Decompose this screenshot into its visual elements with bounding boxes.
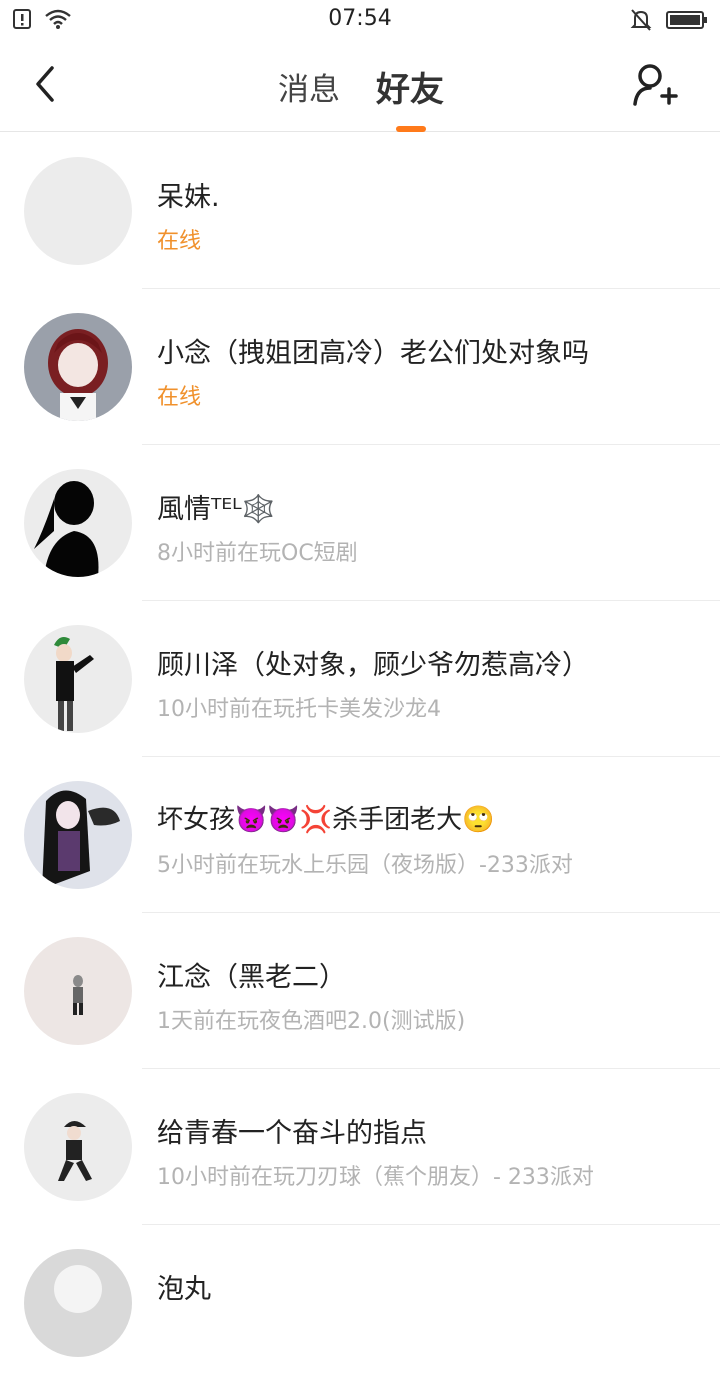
battery-icon [666, 10, 708, 34]
friend-item[interactable]: 呆妹. 在线 [0, 133, 720, 289]
mute-bell-icon [630, 8, 652, 36]
nav-bar: 消息 好友 [0, 40, 720, 132]
friend-item[interactable]: 風情ᵀᴱᴸ🕸️ 8小时前在玩OC短剧 [0, 445, 720, 601]
friend-status: 在线 [157, 385, 202, 410]
avatar[interactable] [24, 625, 132, 733]
avatar[interactable] [24, 781, 132, 889]
friend-list: 呆妹. 在线 小念（拽姐团高冷）老公们处对象吗 在线 風情ᵀᴱᴸ🕸️ 8小时前在… [0, 133, 720, 1381]
friend-status: 10小时前在玩刀刃球（蕉个朋友）- 233派对 [157, 1165, 594, 1190]
add-user-icon [633, 64, 678, 106]
friend-status: 在线 [157, 229, 202, 254]
avatar[interactable] [24, 157, 132, 265]
add-friend-button[interactable] [632, 60, 680, 110]
status-bar: 07:54 [0, 0, 720, 40]
friend-name: 坏女孩👿👿💢杀手团老大🙄 [157, 805, 495, 835]
avatar[interactable] [24, 469, 132, 577]
friend-item[interactable]: 顾川泽（处对象，顾少爷勿惹高冷） 10小时前在玩托卡美发沙龙4 [0, 601, 720, 757]
friend-name: 江念（黑老二） [157, 962, 346, 993]
friend-item[interactable]: 小念（拽姐团高冷）老公们处对象吗 在线 [0, 289, 720, 445]
friend-name: 風情ᵀᴱᴸ🕸️ [157, 494, 276, 525]
friend-status: 10小时前在玩托卡美发沙龙4 [157, 697, 441, 722]
avatar[interactable] [24, 313, 132, 421]
chevron-left-icon [36, 66, 54, 102]
active-tab-indicator [396, 126, 426, 132]
friend-status: 5小时前在玩水上乐园（夜场版）-233派对 [157, 853, 573, 878]
status-right [630, 8, 708, 36]
friend-name: 小念（拽姐团高冷）老公们处对象吗 [157, 338, 589, 369]
avatar[interactable] [24, 937, 132, 1045]
friend-status: 1天前在玩夜色酒吧2.0(测试版) [157, 1009, 466, 1034]
friend-item[interactable]: 江念（黑老二） 1天前在玩夜色酒吧2.0(测试版) [0, 913, 720, 1069]
status-time: 07:54 [328, 6, 392, 31]
avatar[interactable] [24, 1249, 132, 1357]
friend-status: 8小时前在玩OC短剧 [157, 541, 358, 566]
friend-item[interactable]: 坏女孩👿👿💢杀手团老大🙄 5小时前在玩水上乐园（夜场版）-233派对 [0, 757, 720, 913]
friend-name: 泡丸 [157, 1274, 211, 1305]
avatar[interactable] [24, 1093, 132, 1201]
tab-messages[interactable]: 消息 [278, 64, 340, 109]
friend-name: 呆妹. [157, 182, 220, 213]
friend-item[interactable]: 给青春一个奋斗的指点 10小时前在玩刀刃球（蕉个朋友）- 233派对 [0, 1069, 720, 1225]
tab-friends[interactable]: 好友 [376, 62, 444, 111]
friend-name: 给青春一个奋斗的指点 [157, 1118, 427, 1149]
friend-name: 顾川泽（处对象，顾少爷勿惹高冷） [157, 650, 589, 681]
friend-item[interactable]: 泡丸 [0, 1225, 720, 1381]
back-button[interactable] [28, 62, 68, 106]
